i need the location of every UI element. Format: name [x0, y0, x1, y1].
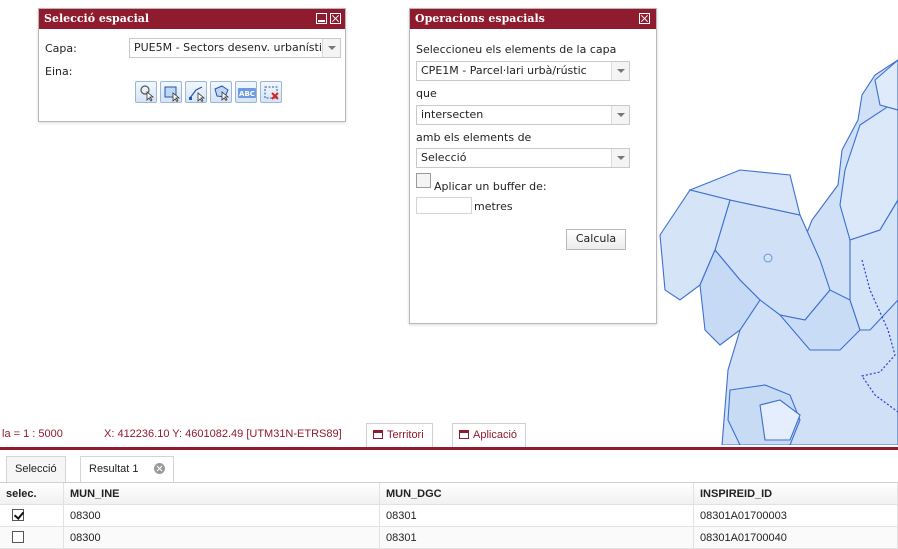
capa-label: Capa: [45, 42, 77, 55]
tab-label: Selecció [15, 463, 57, 475]
table-cell: 08300 [64, 527, 380, 549]
calculate-button[interactable]: Calcula [566, 229, 626, 250]
table-cell: 08301 [380, 527, 694, 549]
chevron-down-icon [611, 106, 629, 124]
panel-title: Operacions espacials [415, 12, 545, 25]
chevron-down-icon [611, 149, 629, 167]
aplicacio-label: Aplicació [473, 429, 518, 441]
territori-label: Territori [387, 429, 424, 441]
line-select-tool[interactable] [185, 81, 207, 103]
results-table: selec. MUN_INE MUN_DGC INSPIREID_ID 0830… [0, 482, 898, 549]
clear-selection-tool[interactable] [260, 81, 282, 103]
target-layer-select[interactable]: CPE1M - Parcel·lari urbà/rústic [416, 61, 630, 81]
polygon-select-tool[interactable] [210, 81, 232, 103]
panel-title-bar[interactable]: Operacions espacials [410, 9, 656, 29]
aplicacio-button[interactable]: Aplicació [452, 423, 527, 447]
chevron-down-icon [611, 62, 629, 80]
rectangle-select-icon [164, 86, 181, 102]
window-icon [459, 430, 469, 439]
line-select-icon [189, 86, 206, 102]
buffer-checkbox[interactable] [416, 173, 431, 188]
column-header[interactable]: selec. [0, 483, 64, 505]
layer-select-value: PUE5M - Sectors desenv. urbanísti [134, 41, 322, 54]
column-header[interactable]: INSPIREID_ID [694, 483, 898, 505]
row-checkbox-cell[interactable] [0, 527, 64, 549]
territori-button[interactable]: Territori [366, 423, 433, 447]
panel-title-bar[interactable]: Selecció espacial [39, 9, 345, 29]
tab-seleccio[interactable]: Selecció [6, 456, 66, 482]
text-tool-label: ABC [239, 90, 255, 98]
table-cell: 08300 [64, 505, 380, 527]
tab-label: Resultat 1 [89, 463, 139, 475]
status-bar: la = 1 : 5000 X: 412236.10 Y: 4601082.49… [0, 420, 898, 450]
status-divider [0, 447, 898, 450]
buffer-unit-label: metres [474, 200, 513, 213]
layer-select[interactable]: PUE5M - Sectors desenv. urbanísti [129, 38, 341, 58]
que-label: que [416, 87, 437, 100]
text-select-icon: ABC [238, 88, 256, 98]
relation-value: intersecten [421, 108, 484, 121]
coordinates-readout: X: 412236.10 Y: 4601082.49 [UTM31N-ETRS8… [104, 428, 342, 440]
table-cell: 08301 [380, 505, 694, 527]
spatial-operations-panel: Operacions espacials Seleccioneu els ele… [409, 8, 657, 324]
relation-select[interactable]: intersecten [416, 105, 630, 125]
close-button[interactable] [639, 13, 650, 24]
table-cell: 08301A01700003 [694, 505, 898, 527]
column-header[interactable]: MUN_INE [64, 483, 380, 505]
pointer-select-tool[interactable] [135, 81, 157, 103]
spatial-selection-panel: Selecció espacial Capa: PUE5M - Sectors … [38, 8, 346, 122]
source-select[interactable]: Selecció [416, 148, 630, 168]
polygon-select-icon [214, 85, 230, 102]
rectangle-select-tool[interactable] [160, 81, 182, 103]
text-select-tool[interactable]: ABC [235, 81, 257, 103]
clear-selection-icon [264, 86, 279, 100]
table-cell: 08301A01700040 [694, 527, 898, 549]
buffer-label: Aplicar un buffer de: [434, 180, 547, 193]
select-layer-label: Seleccioneu els elements de la capa [416, 43, 617, 56]
buffer-input[interactable] [416, 197, 472, 214]
parcel-polygons[interactable] [659, 59, 898, 445]
chevron-down-icon [322, 39, 340, 57]
source-value: Selecció [421, 151, 467, 164]
row-checkbox-cell[interactable] [0, 505, 64, 527]
eina-label: Eina: [45, 65, 73, 78]
tab-resultat-1[interactable]: Resultat 1 [80, 456, 174, 483]
panel-title: Selecció espacial [44, 12, 150, 25]
close-tab-icon[interactable] [153, 463, 165, 474]
column-header[interactable]: MUN_DGC [380, 483, 694, 505]
amb-label: amb els elements de [416, 131, 532, 144]
window-icon [373, 430, 383, 439]
target-layer-value: CPE1M - Parcel·lari urbà/rústic [421, 64, 587, 77]
minimize-button[interactable] [316, 13, 327, 24]
results-tabs: Selecció Resultat 1 [0, 452, 898, 483]
row-checkbox[interactable] [12, 509, 24, 521]
scale-readout: la = 1 : 5000 [2, 428, 63, 440]
row-checkbox[interactable] [12, 531, 24, 543]
pointer-select-icon [140, 85, 155, 102]
close-button[interactable] [330, 13, 341, 24]
